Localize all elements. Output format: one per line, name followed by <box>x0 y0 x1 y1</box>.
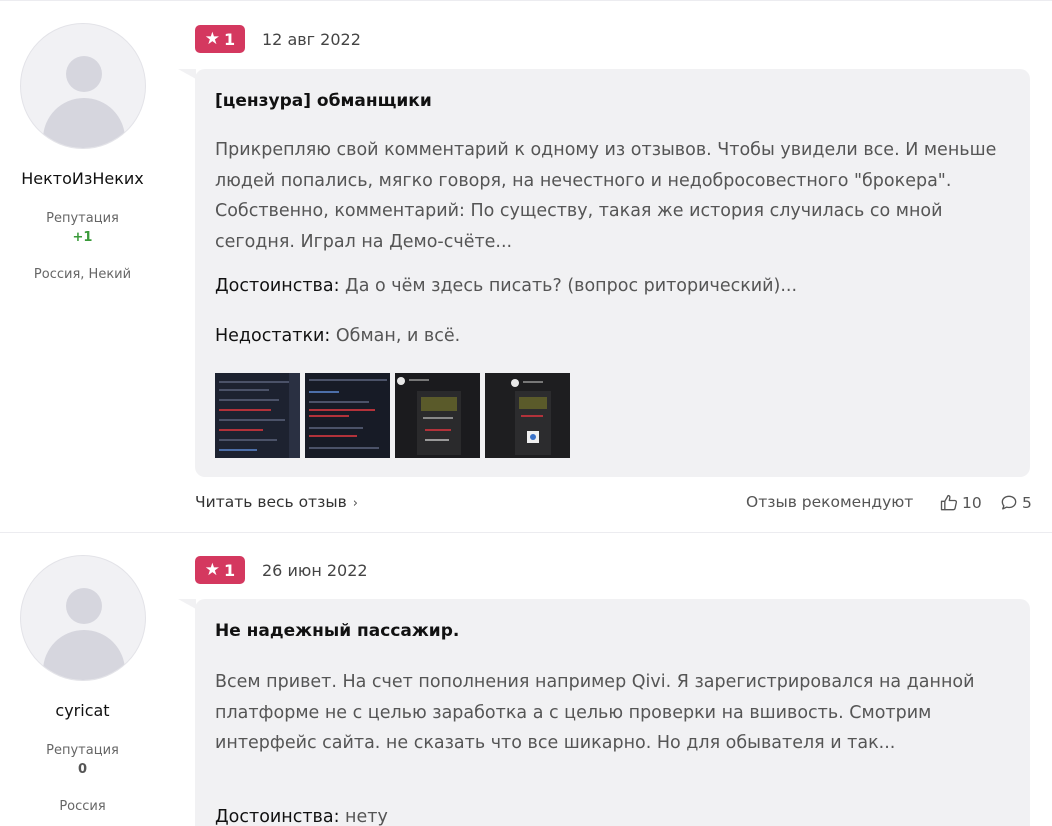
review-cons: Недостатки: Обман, и всё. <box>215 326 460 346</box>
cons-text: Обман, и всё. <box>335 326 461 346</box>
rating-badge: ★ 1 <box>195 25 245 53</box>
rating-value: 1 <box>224 560 236 580</box>
rating-badge: ★ 1 <box>195 556 245 584</box>
author-name[interactable]: cyricat <box>0 701 165 720</box>
review-card: cyricat Репутация 0 Россия ★ 1 26 июн 20… <box>0 532 1052 826</box>
review-pros: Достоинства: Да о чём здесь писать? (воп… <box>215 276 797 296</box>
author-location: Россия <box>59 799 106 814</box>
chevron-right-icon: › <box>352 496 358 511</box>
review-date: 26 июн 2022 <box>262 561 368 580</box>
avatar-placeholder-icon <box>66 56 102 92</box>
review-date: 12 авг 2022 <box>262 30 361 49</box>
pros-label: Достоинства: <box>215 807 340 826</box>
comments-count: 5 <box>1022 494 1032 512</box>
star-icon: ★ <box>204 559 221 580</box>
review-body: [цензура] обманщики Прикрепляю свой комм… <box>195 69 1030 477</box>
review-footer: Читать весь отзыв › Отзыв рекомендуют 10 … <box>195 493 1032 517</box>
photo-thumbnail[interactable] <box>305 373 390 458</box>
review-photos <box>215 373 570 458</box>
likes-count: 10 <box>962 494 982 512</box>
author-location: Россия, Некий <box>33 267 132 282</box>
reputation-label: Репутация <box>46 211 119 226</box>
author-name[interactable]: НектоИзНеких <box>0 169 165 188</box>
read-full-review-link[interactable]: Читать весь отзыв › <box>195 493 358 511</box>
like-button[interactable]: 10 <box>939 493 982 513</box>
photo-thumbnail[interactable] <box>485 373 570 458</box>
review-text: Всем привет. На счет пополнения например… <box>215 672 975 753</box>
review-card: НектоИзНеких Репутация +1 Россия, Некий … <box>0 0 1052 532</box>
reputation-label: Репутация <box>46 743 119 758</box>
star-icon: ★ <box>204 28 221 49</box>
photo-thumbnail[interactable] <box>215 373 300 458</box>
avatar[interactable] <box>20 555 146 681</box>
reputation-value: +1 <box>72 230 93 245</box>
review-pros: Достоинства: нету <box>215 807 388 826</box>
photo-thumbnail[interactable] <box>395 373 480 458</box>
thumbs-up-icon <box>939 493 959 513</box>
comments-button[interactable]: 5 <box>999 493 1032 513</box>
comment-icon <box>999 493 1019 513</box>
review-text: Прикрепляю свой комментарий к одному из … <box>215 140 997 252</box>
cons-label: Недостатки: <box>215 326 331 346</box>
read-more-label: Читать весь отзыв <box>195 493 347 511</box>
reputation-value: 0 <box>77 762 88 777</box>
review-title[interactable]: [цензура] обманщики <box>215 91 432 111</box>
avatar[interactable] <box>20 23 146 149</box>
avatar-placeholder-icon <box>66 588 102 624</box>
review-body: Не надежный пассажир. Всем привет. На сч… <box>195 599 1030 826</box>
rating-value: 1 <box>224 29 236 49</box>
pros-label: Достоинства: <box>215 276 340 296</box>
pros-text: нету <box>345 807 388 826</box>
review-title[interactable]: Не надежный пассажир. <box>215 621 459 641</box>
recommend-label: Отзыв рекомендуют <box>746 493 914 511</box>
pros-text: Да о чём здесь писать? (вопрос риторичес… <box>345 276 798 296</box>
